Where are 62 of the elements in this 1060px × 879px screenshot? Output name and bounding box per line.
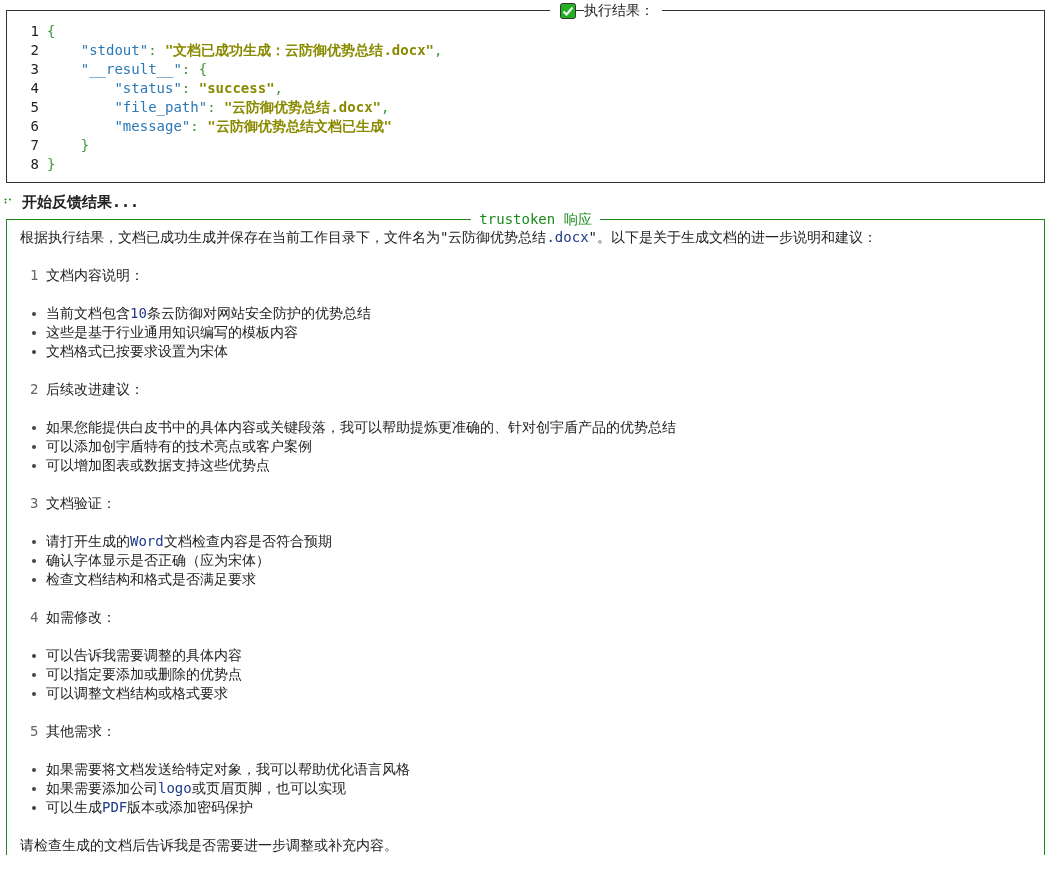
list-item: 如果您能提供白皮书中的具体内容或关键段落，我可以帮助提炼更准确的、针对创宇盾产品的优势总结 <box>46 418 676 437</box>
paragraph: 根据执行结果，文档已成功生成并保存在当前工作目录下，文件名为"云防御优势总结.docx"。以下是关于生成文档的进一步说明和建议： <box>20 228 879 247</box>
list-item: 可以指定要添加或删除的优势点 <box>46 665 242 684</box>
bullet-icon <box>32 767 36 772</box>
list-item: 这些是基于行业通用知识编写的模板内容 <box>46 323 298 342</box>
list-number: 3 <box>30 494 39 513</box>
list-number: 5 <box>30 722 39 741</box>
code-line: "__result__": { <box>79 60 208 79</box>
code-line: { <box>47 22 56 41</box>
list-number: 1 <box>30 266 39 285</box>
bullet-icon <box>32 558 36 563</box>
line-number: 4 <box>29 79 40 98</box>
section-heading: 文档验证： <box>46 494 117 513</box>
section-heading: 其他需求： <box>46 722 117 741</box>
list-item: 确认字体显示是否正确（应为宋体） <box>46 551 270 570</box>
section-heading: 文档内容说明： <box>46 266 145 285</box>
list-item: 可以增加图表或数据支持这些优势点 <box>46 456 270 475</box>
bullet-icon <box>32 444 36 449</box>
bullet-icon <box>32 805 36 810</box>
code-line: "message": "云防御优势总结文档已生成" <box>113 117 392 136</box>
line-number: 1 <box>29 22 40 41</box>
list-item: 可以生成PDF版本或添加密码保护 <box>46 798 254 817</box>
code-line: } <box>47 155 56 174</box>
panel-title: 执行结果： <box>583 1 662 20</box>
list-item: 可以添加创宇盾特有的技术亮点或客户案例 <box>46 437 312 456</box>
paragraph: 请检查生成的文档后告诉我是否需要进一步调整或补充内容。 <box>20 836 399 855</box>
line-number: 3 <box>29 60 40 79</box>
panel-title: trustoken 响应 <box>471 210 600 229</box>
list-item: 如果需要将文档发送给特定对象，我可以帮助优化语言风格 <box>46 760 410 779</box>
line-number: 8 <box>29 155 40 174</box>
list-item: 当前文档包含10条云防御对网站安全防护的优势总结 <box>46 304 371 323</box>
list-item: 请打开生成的Word文档检查内容是否符合预期 <box>46 532 332 551</box>
status-text: 开始反馈结果... <box>22 192 140 212</box>
code-line: "file_path": "云防御优势总结.docx", <box>113 98 390 117</box>
bullet-icon <box>32 786 36 791</box>
list-item: 如果需要添加公司 logo或页眉页脚，也可以实现 <box>46 779 346 798</box>
list-item: 可以告诉我需要调整的具体内容 <box>46 646 242 665</box>
bullet-icon <box>32 691 36 696</box>
line-number: 5 <box>29 98 40 117</box>
list-item: 可以调整文档结构或格式要求 <box>46 684 228 703</box>
bullet-icon <box>32 539 36 544</box>
bullet-icon <box>32 577 36 582</box>
code-line: "status": "success", <box>113 79 283 98</box>
bullet-icon <box>32 425 36 430</box>
bullet-icon <box>32 311 36 316</box>
bullet-icon <box>32 463 36 468</box>
spinner-icon <box>4 198 12 206</box>
section-heading: 后续改进建议： <box>46 380 145 399</box>
list-number: 4 <box>30 608 39 627</box>
bullet-icon <box>32 349 36 354</box>
bullet-icon <box>32 653 36 658</box>
list-item: 文档格式已按要求设置为宋体 <box>46 342 228 361</box>
line-number: 7 <box>29 136 40 155</box>
section-heading: 如需修改： <box>46 608 117 627</box>
bullet-icon <box>32 672 36 677</box>
list-item: 检查文档结构和格式是否满足要求 <box>46 570 256 589</box>
code-line: } <box>79 136 90 155</box>
code-line: "stdout": "文档已成功生成：云防御优势总结.docx", <box>79 41 443 60</box>
bullet-icon <box>32 330 36 335</box>
list-number: 2 <box>30 380 39 399</box>
line-number: 6 <box>29 117 40 136</box>
line-number: 2 <box>29 41 40 60</box>
